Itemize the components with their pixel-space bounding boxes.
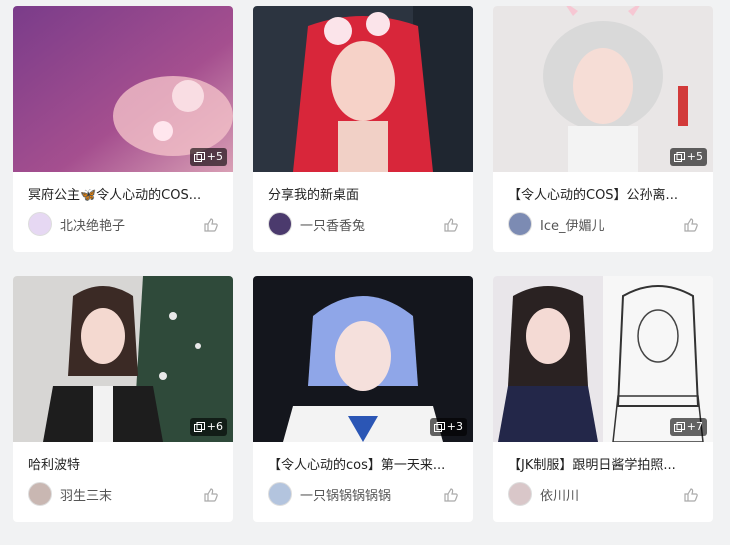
- post-card[interactable]: +3 【令人心动的cos】第一天来... 一只锅锅锅锅锅: [253, 276, 473, 522]
- avatar[interactable]: [508, 212, 532, 236]
- images-icon: [433, 422, 445, 432]
- post-card[interactable]: +5 冥府公主🦋令人心动的COS... 北决绝艳子: [13, 6, 233, 252]
- post-thumbnail[interactable]: [253, 6, 473, 172]
- post-thumbnail[interactable]: +3: [253, 276, 473, 442]
- badge-count: +5: [206, 150, 223, 163]
- avatar[interactable]: [268, 212, 292, 236]
- post-thumbnail[interactable]: +5: [13, 6, 233, 172]
- badge-count: +5: [686, 150, 703, 163]
- post-card[interactable]: +7 【JK制服】跟明日酱学拍照... 依川川: [493, 276, 713, 522]
- author-name[interactable]: Ice_伊媚儿: [540, 215, 604, 234]
- thumbs-up-icon[interactable]: [443, 217, 459, 233]
- avatar[interactable]: [28, 212, 52, 236]
- post-title[interactable]: 【JK制服】跟明日酱学拍照...: [508, 454, 702, 473]
- badge-count: +7: [686, 420, 703, 433]
- author[interactable]: 羽生三末: [28, 482, 112, 506]
- author[interactable]: 一只香香兔: [268, 212, 365, 236]
- post-title[interactable]: 哈利波特: [28, 454, 222, 473]
- post-thumbnail[interactable]: +6: [13, 276, 233, 442]
- thumbs-up-icon[interactable]: [683, 217, 699, 233]
- thumbs-up-icon[interactable]: [683, 487, 699, 503]
- image-count-badge: +5: [189, 148, 227, 166]
- post-thumbnail[interactable]: +7: [493, 276, 713, 442]
- author[interactable]: Ice_伊媚儿: [508, 212, 604, 236]
- post-card[interactable]: +6 哈利波特 羽生三末: [13, 276, 233, 522]
- thumbs-up-icon[interactable]: [203, 217, 219, 233]
- post-title[interactable]: 【令人心动的cos】第一天来...: [268, 454, 462, 473]
- post-thumbnail[interactable]: +5: [493, 6, 713, 172]
- badge-count: +3: [446, 420, 463, 433]
- author-name[interactable]: 羽生三末: [60, 485, 112, 504]
- author[interactable]: 一只锅锅锅锅锅: [268, 482, 391, 506]
- image-count-badge: +7: [669, 418, 707, 436]
- post-title[interactable]: 分享我的新桌面: [268, 184, 462, 203]
- avatar[interactable]: [268, 482, 292, 506]
- post-card[interactable]: +5 【令人心动的COS】公孙离... Ice_伊媚儿: [493, 6, 713, 252]
- image-count-badge: +5: [669, 148, 707, 166]
- author-name[interactable]: 北决绝艳子: [60, 215, 125, 234]
- images-icon: [673, 152, 685, 162]
- images-icon: [193, 152, 205, 162]
- author[interactable]: 依川川: [508, 482, 579, 506]
- author[interactable]: 北决绝艳子: [28, 212, 125, 236]
- images-icon: [193, 422, 205, 432]
- post-card[interactable]: 分享我的新桌面 一只香香兔: [253, 6, 473, 252]
- avatar[interactable]: [28, 482, 52, 506]
- image-count-badge: +3: [429, 418, 467, 436]
- post-title[interactable]: 【令人心动的COS】公孙离...: [508, 184, 702, 203]
- thumbs-up-icon[interactable]: [443, 487, 459, 503]
- author-name[interactable]: 依川川: [540, 485, 579, 504]
- badge-count: +6: [206, 420, 223, 433]
- images-icon: [673, 422, 685, 432]
- avatar[interactable]: [508, 482, 532, 506]
- post-title[interactable]: 冥府公主🦋令人心动的COS...: [28, 184, 222, 203]
- author-name[interactable]: 一只锅锅锅锅锅: [300, 485, 391, 504]
- image-count-badge: +6: [189, 418, 227, 436]
- thumbs-up-icon[interactable]: [203, 487, 219, 503]
- author-name[interactable]: 一只香香兔: [300, 215, 365, 234]
